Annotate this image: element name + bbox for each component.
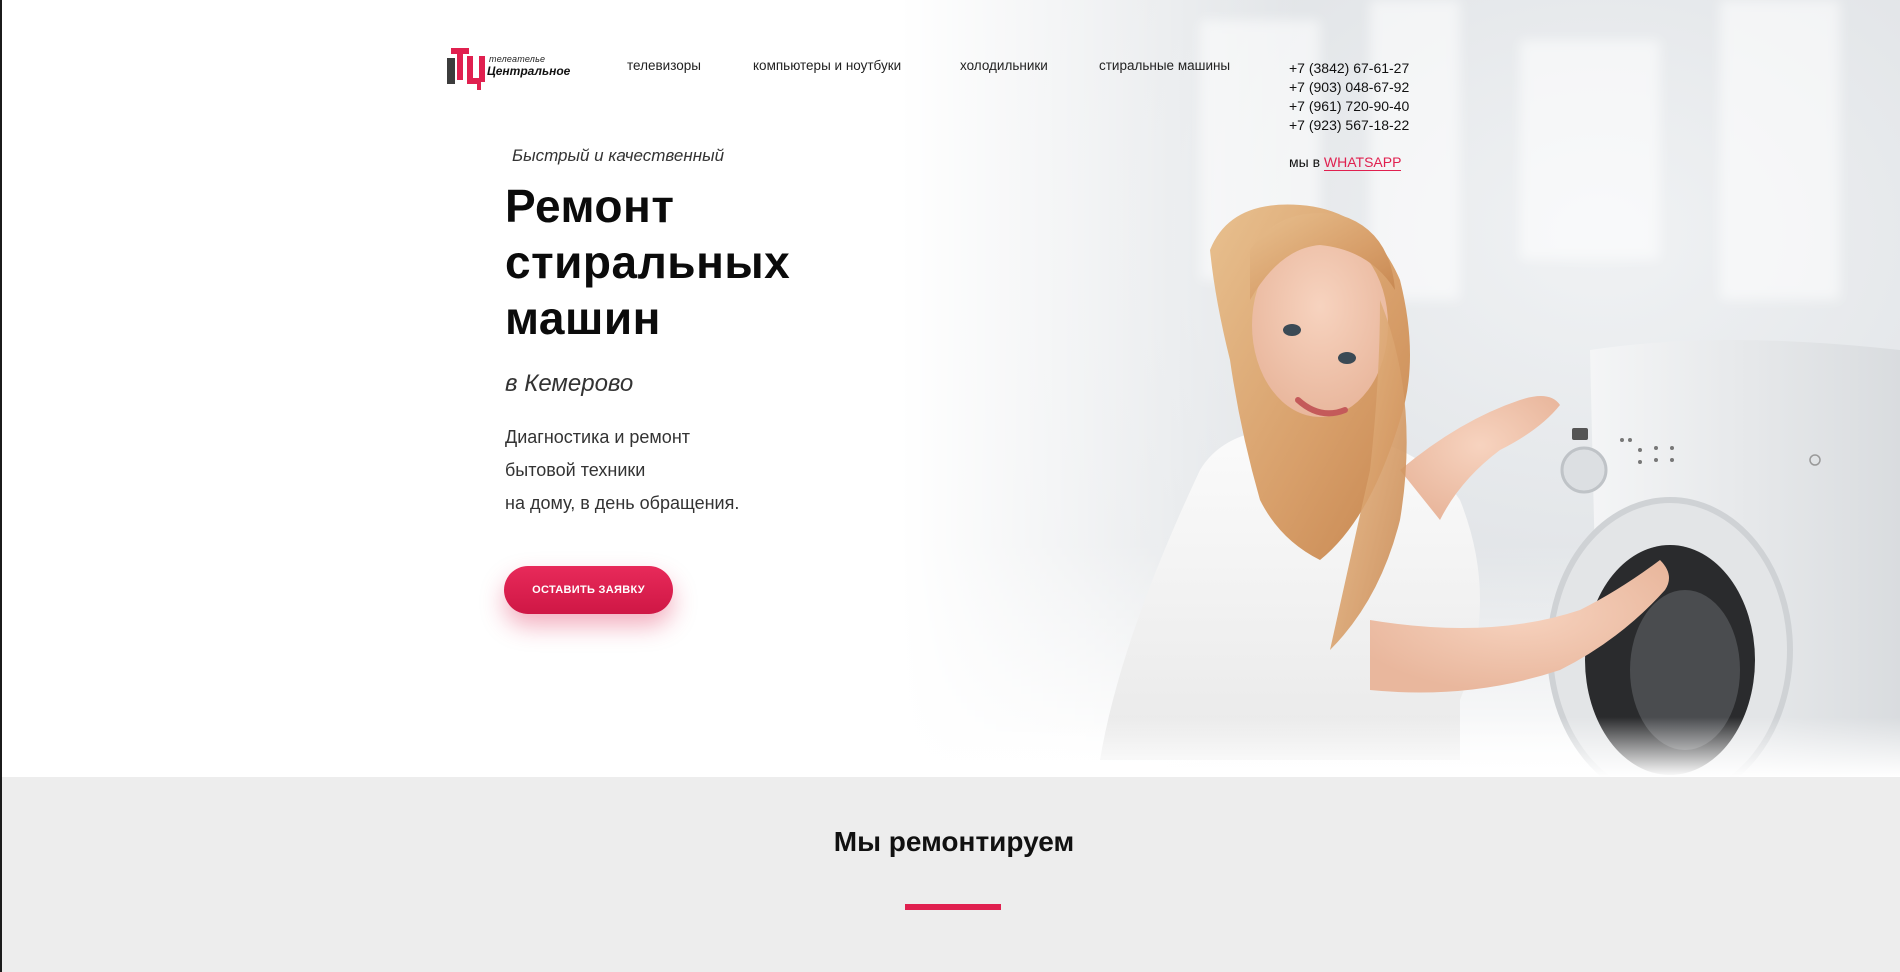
hero-eyebrow: Быстрый и качественный (512, 146, 725, 165)
nav-item-computers[interactable]: компьютеры и ноутбуки (753, 58, 901, 73)
whatsapp-prefix: мы в (1289, 154, 1321, 170)
whatsapp-contact: мы в WHATSAPP (1289, 154, 1402, 171)
phone-number[interactable]: +7 (923) 567-18-22 (1289, 116, 1409, 135)
phone-number[interactable]: +7 (3842) 67-61-27 (1289, 59, 1409, 78)
logo-mark-icon (447, 48, 485, 90)
nav-item-fridges[interactable]: холодильники (960, 58, 1048, 73)
hero-section: телеателье Центральное телевизоры компью… (0, 0, 1900, 777)
hero-city: в Кемерово (505, 370, 634, 397)
phone-list: +7 (3842) 67-61-27 +7 (903) 048-67-92 +7… (1289, 59, 1409, 135)
phone-number[interactable]: +7 (903) 048-67-92 (1289, 78, 1409, 97)
hero-description: Диагностика и ремонт бытовой техники на … (505, 421, 739, 520)
description-line: на дому, в день обращения. (505, 493, 740, 513)
window-left-border (0, 0, 2, 972)
description-line: бытовой техники (505, 460, 646, 480)
logo-small-text: телеателье (489, 54, 546, 64)
headline-line: Ремонт (505, 180, 675, 232)
logo-brand-name: Центральное (487, 64, 571, 78)
page: телеателье Центральное телевизоры компью… (0, 0, 1900, 972)
leave-request-button[interactable]: ОСТАВИТЬ ЗАЯВКУ (504, 566, 673, 614)
phone-number[interactable]: +7 (961) 720-90-40 (1289, 97, 1409, 116)
nav-item-tv[interactable]: телевизоры (627, 58, 701, 73)
headline-line: стиральных (505, 236, 791, 288)
nav-item-washers[interactable]: стиральные машины (1099, 58, 1230, 73)
headline-line: машин (505, 292, 661, 344)
brand-logo[interactable]: телеателье Центральное (447, 44, 577, 94)
hero-headline: Ремонт стиральных машин (505, 178, 790, 346)
whatsapp-link[interactable]: WHATSAPP (1323, 154, 1402, 171)
description-line: Диагностика и ремонт (505, 427, 691, 447)
section-title-underline (905, 904, 1001, 910)
photo-bottom-fade (900, 717, 1900, 777)
repair-section: Мы ремонтируем (2, 777, 1900, 972)
section-title: Мы ремонтируем (833, 826, 1075, 857)
